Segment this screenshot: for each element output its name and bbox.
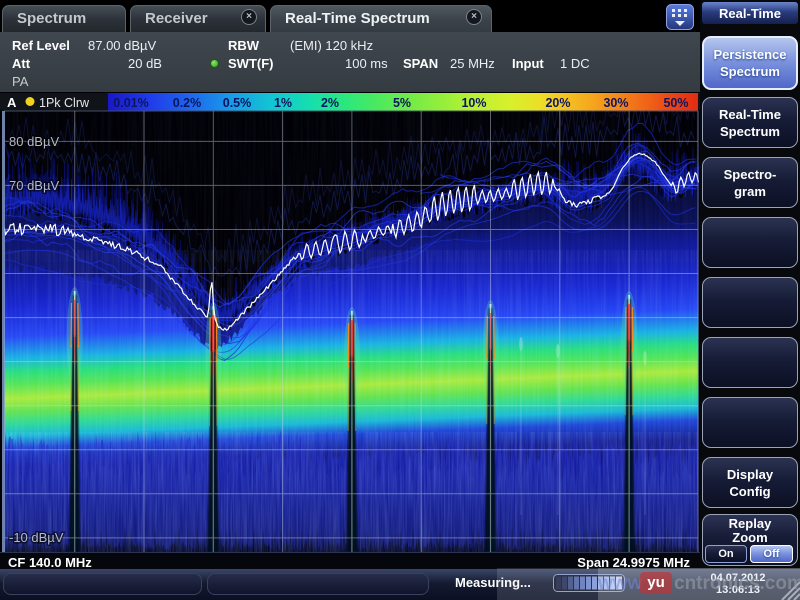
svg-text:50%: 50% (663, 96, 688, 110)
svg-text:20%: 20% (545, 96, 570, 110)
svg-text:0.5%: 0.5% (223, 96, 252, 110)
svg-text:1%: 1% (274, 96, 292, 110)
svg-text:80 dBµV: 80 dBµV (9, 134, 59, 149)
svg-text:0.2%: 0.2% (173, 96, 202, 110)
svg-text:-10 dBµV: -10 dBµV (9, 530, 64, 545)
svg-text:0.01%: 0.01% (113, 96, 148, 110)
svg-text:5%: 5% (393, 96, 411, 110)
svg-text:A: A (7, 95, 17, 110)
svg-text:1Pk Clrw: 1Pk Clrw (39, 96, 90, 110)
svg-text:10%: 10% (461, 96, 486, 110)
svg-text:2%: 2% (321, 96, 339, 110)
svg-text:70 dBµV: 70 dBµV (9, 178, 59, 193)
svg-text:30%: 30% (603, 96, 628, 110)
